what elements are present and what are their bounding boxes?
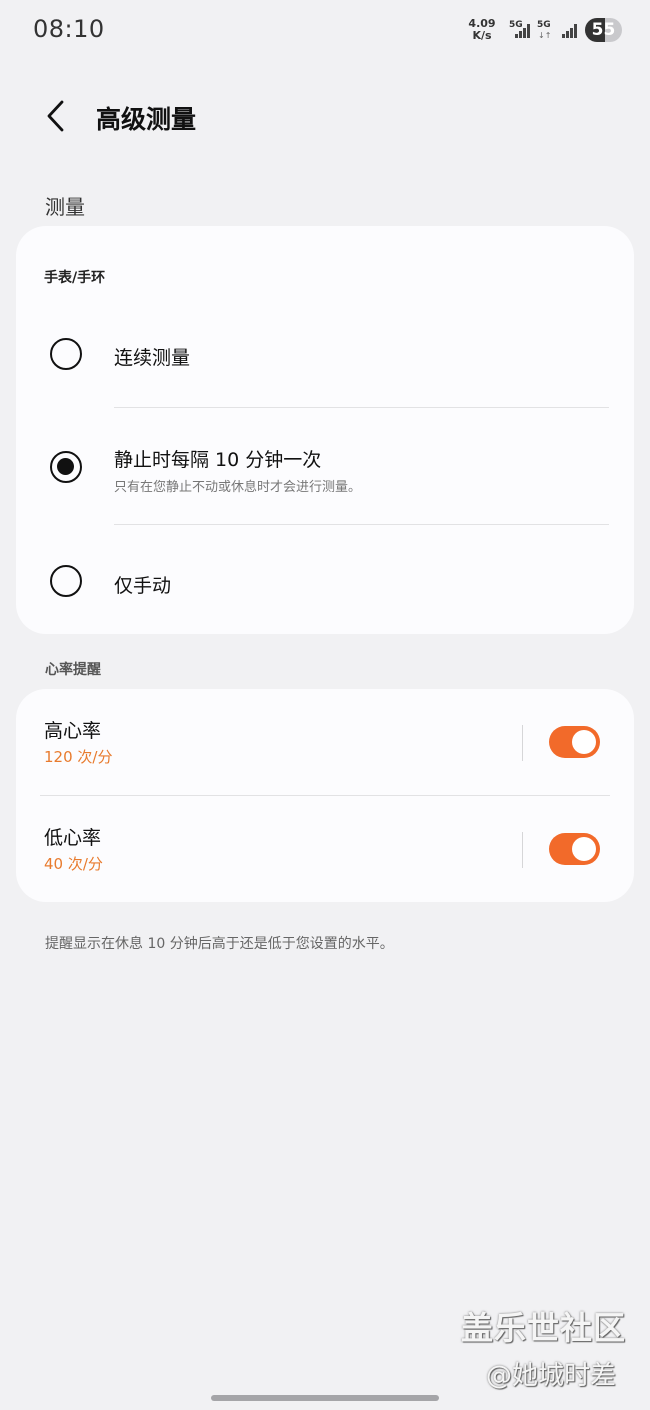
high-heart-rate-toggle[interactable] — [549, 726, 600, 758]
option-every-10-min[interactable]: 静止时每隔 10 分钟一次 只有在您静止不动或休息时才会进行测量。 — [16, 409, 634, 524]
watermark-handle: @她城时差 — [486, 1361, 617, 1391]
sim2-label: 5G — [537, 20, 551, 30]
battery-level: 55 — [591, 20, 616, 40]
section-label-heart-rate-alerts: 心率提醒 — [45, 662, 101, 678]
radio-button-selected[interactable] — [50, 451, 82, 483]
alert-label: 高心率 — [44, 720, 102, 742]
heart-rate-alerts-card: 高心率 120 次/分 低心率 40 次/分 — [16, 689, 634, 902]
toggle-knob — [572, 837, 596, 861]
measurement-card: 手表/手环 连续测量 静止时每隔 10 分钟一次 只有在您静止不动或休息时才会进… — [16, 226, 634, 634]
home-indicator[interactable] — [211, 1395, 439, 1401]
option-label: 静止时每隔 10 分钟一次 — [114, 449, 322, 471]
data-arrows-icon: ↓↑ — [538, 31, 552, 40]
network-speed-unit: K/s — [472, 29, 492, 42]
chevron-left-icon — [47, 100, 64, 132]
divider — [114, 524, 609, 525]
alert-value: 40 次/分 — [44, 855, 103, 873]
alert-row-high-heart-rate[interactable]: 高心率 120 次/分 — [16, 689, 634, 795]
radio-button[interactable] — [50, 338, 82, 370]
page-title: 高级测量 — [96, 105, 197, 134]
divider — [114, 407, 609, 408]
low-heart-rate-toggle[interactable] — [549, 833, 600, 865]
option-label: 连续测量 — [114, 347, 191, 369]
alert-note: 提醒显示在休息 10 分钟后高于还是低于您设置的水平。 — [45, 936, 394, 952]
status-time: 08:10 — [33, 15, 105, 43]
watermark-title: 盖乐世社区 — [461, 1309, 627, 1347]
battery-icon: 55 — [585, 18, 622, 42]
section-label-measurement: 测量 — [45, 195, 85, 219]
network-speed: 4.09 K/s — [468, 18, 496, 42]
toggle-knob — [572, 730, 596, 754]
option-description: 只有在您静止不动或休息时才会进行测量。 — [114, 480, 362, 495]
option-continuous[interactable]: 连续测量 — [16, 314, 634, 394]
device-label: 手表/手环 — [44, 270, 106, 286]
option-manual-only[interactable]: 仅手动 — [16, 526, 634, 634]
option-label: 仅手动 — [114, 575, 172, 597]
vertical-divider — [522, 832, 523, 868]
alert-label: 低心率 — [44, 827, 102, 849]
status-bar: 08:10 4.09 K/s 5G 5G ↓↑ 55 — [0, 0, 650, 60]
back-button[interactable] — [38, 94, 78, 138]
alert-row-low-heart-rate[interactable]: 低心率 40 次/分 — [16, 796, 634, 902]
alert-value: 120 次/分 — [44, 748, 113, 766]
vertical-divider — [522, 725, 523, 761]
radio-button[interactable] — [50, 565, 82, 597]
